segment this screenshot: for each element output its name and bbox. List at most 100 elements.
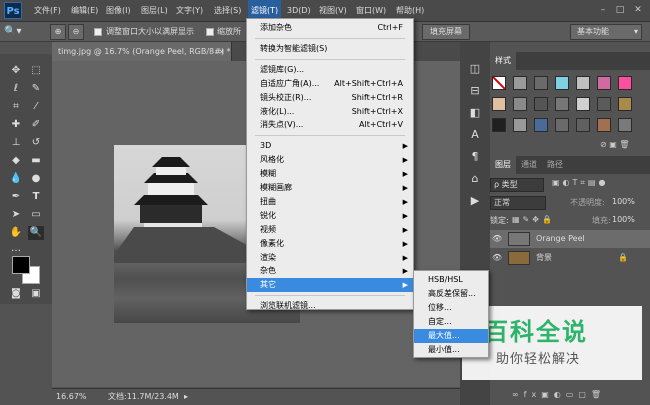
quick-mask-icon[interactable]: ◙ xyxy=(8,287,24,301)
pen-tool-icon[interactable]: ✒ xyxy=(8,190,24,204)
filter-menu-item[interactable]: 视频 ▶ xyxy=(247,223,413,237)
style-swatch[interactable] xyxy=(492,118,506,132)
crop-tool-icon[interactable]: ⌗ xyxy=(8,100,24,114)
styles-panel-footer-icons[interactable]: ⊘ ▣ 🗑 xyxy=(600,140,630,149)
other-submenu-item[interactable]: 最小值... xyxy=(414,343,488,357)
opacity-value[interactable]: 100% xyxy=(612,197,635,206)
foreground-color-swatch[interactable] xyxy=(12,256,30,274)
style-swatch[interactable] xyxy=(513,76,527,90)
filter-menu-item[interactable]: 像素化 ▶ xyxy=(247,237,413,251)
style-swatch[interactable] xyxy=(555,118,569,132)
menu-file[interactable]: 文件(F) xyxy=(31,0,64,22)
workspace-select[interactable]: 基本功能 ▾ xyxy=(570,24,642,40)
style-swatch[interactable] xyxy=(597,76,611,90)
hand-tool-icon[interactable]: ✋ xyxy=(8,226,24,240)
zoom-tool-preset-icon[interactable]: 🔍▾ xyxy=(4,24,34,40)
other-submenu-item[interactable]: 位移... xyxy=(414,301,488,315)
style-swatch[interactable] xyxy=(513,118,527,132)
eye-icon[interactable]: 👁 xyxy=(492,249,502,267)
other-submenu-item[interactable]: 最大值... xyxy=(414,329,488,343)
eraser-tool-icon[interactable]: ◆ xyxy=(8,154,24,168)
brush-tool-icon[interactable]: ✐ xyxy=(28,118,44,132)
document-tab[interactable]: timg.jpg @ 16.7% (Orange Peel, RGB/8#) *… xyxy=(52,42,232,61)
style-swatch[interactable] xyxy=(534,76,548,90)
style-swatch[interactable] xyxy=(597,97,611,111)
more-tools-icon[interactable]: … xyxy=(8,242,24,256)
zoom-out-icon[interactable]: ⊖ xyxy=(68,24,84,40)
style-swatch[interactable] xyxy=(534,118,548,132)
type-tool-icon[interactable]: T xyxy=(28,190,44,204)
close-icon[interactable]: ✕ xyxy=(631,4,645,16)
lasso-tool-icon[interactable]: ℓ xyxy=(8,82,24,96)
menu-image[interactable]: 图像(I) xyxy=(103,0,134,22)
filter-menu-item[interactable]: 镜头校正(R)... Shift+Ctrl+R xyxy=(247,91,413,105)
quick-select-tool-icon[interactable]: ✎ xyxy=(28,82,44,96)
properties-panel-icon[interactable]: ⊟ xyxy=(465,82,485,100)
zoom-in-icon[interactable]: ⊕ xyxy=(50,24,66,40)
filter-menu-item[interactable]: 消失点(V)... Alt+Ctrl+V xyxy=(247,118,413,132)
style-swatch[interactable] xyxy=(618,118,632,132)
filter-menu-item[interactable]: 自适应广角(A)... Alt+Shift+Ctrl+A xyxy=(247,77,413,91)
character-panel-icon[interactable]: A xyxy=(465,126,485,144)
style-swatch[interactable] xyxy=(618,97,632,111)
zoom-all-checkbox[interactable] xyxy=(206,28,214,36)
filter-menu-item[interactable]: 杂色 ▶ xyxy=(247,264,413,278)
history-brush-tool-icon[interactable]: ↺ xyxy=(28,136,44,150)
style-swatch[interactable] xyxy=(597,118,611,132)
history-panel-icon[interactable]: ◫ xyxy=(465,60,485,78)
other-submenu-item[interactable]: HSB/HSL xyxy=(414,273,488,287)
style-swatch[interactable] xyxy=(576,76,590,90)
menu-type[interactable]: 文字(Y) xyxy=(173,0,206,22)
tab-layers[interactable]: 图层 xyxy=(490,156,516,174)
clone-stamp-tool-icon[interactable]: ⊥ xyxy=(8,136,24,150)
eye-icon[interactable]: 👁 xyxy=(492,230,502,248)
move-tool-icon[interactable]: ✥ xyxy=(8,64,24,78)
lock-icons[interactable]: ▦✎✥🔒 xyxy=(512,215,555,224)
adjust-panel-icon[interactable]: ◧ xyxy=(465,104,485,122)
filter-menu-item[interactable]: 扭曲 ▶ xyxy=(247,195,413,209)
gradient-tool-icon[interactable]: ▬ xyxy=(28,154,44,168)
menu-edit[interactable]: 编辑(E) xyxy=(68,0,101,22)
style-swatch-none[interactable] xyxy=(492,76,506,90)
eyedropper-tool-icon[interactable]: ⁄ xyxy=(28,100,44,114)
tab-paths[interactable]: 路径 xyxy=(542,156,568,174)
style-swatch[interactable] xyxy=(576,97,590,111)
screen-mode-icon[interactable]: ▣ xyxy=(28,287,44,301)
tool-presets-icon[interactable]: ⌂ xyxy=(465,170,485,188)
filter-menu-item[interactable]: 添加杂色 Ctrl+F xyxy=(247,21,413,35)
filter-menu-item[interactable]: 其它 ▶ xyxy=(247,278,413,293)
filter-menu-item[interactable]: 3D ▶ xyxy=(247,139,413,153)
maximize-icon[interactable]: □ xyxy=(613,4,627,16)
menu-layer[interactable]: 图层(L) xyxy=(138,0,171,22)
fill-value[interactable]: 100% xyxy=(612,215,635,224)
paragraph-panel-icon[interactable]: ¶ xyxy=(465,148,485,166)
filter-menu-item[interactable]: 模糊画廊 ▶ xyxy=(247,181,413,195)
blend-mode-select[interactable]: 正常 xyxy=(490,196,546,210)
dodge-tool-icon[interactable]: ● xyxy=(28,172,44,186)
layers-footer-icons[interactable]: ∞fx▣◐▭▢🗑 xyxy=(512,390,606,399)
menu-select[interactable]: 选择(S) xyxy=(211,0,244,22)
tab-channels[interactable]: 通道 xyxy=(516,156,542,174)
tab-close-icon[interactable]: × xyxy=(218,42,225,61)
style-swatch[interactable] xyxy=(555,76,569,90)
style-swatch[interactable] xyxy=(513,97,527,111)
style-swatch[interactable] xyxy=(534,97,548,111)
filter-menu-item[interactable]: 转换为智能滤镜(S) xyxy=(247,42,413,56)
filter-menu-item[interactable]: 浏览联机滤镜... xyxy=(247,299,413,313)
zoom-level[interactable]: 16.67% xyxy=(56,391,87,403)
style-swatch[interactable] xyxy=(618,76,632,90)
layer-row-background[interactable]: 👁 背景 🔒 xyxy=(490,249,650,267)
style-swatch[interactable] xyxy=(555,97,569,111)
other-submenu-item[interactable]: 高反差保留... xyxy=(414,287,488,301)
minimize-icon[interactable]: – xyxy=(596,4,610,16)
filter-menu-item[interactable]: 锐化 ▶ xyxy=(247,209,413,223)
fill-screen-button[interactable]: 填充屏幕 xyxy=(422,24,470,40)
filter-menu-item[interactable]: 风格化 ▶ xyxy=(247,153,413,167)
filter-menu-item[interactable]: 液化(L)... Shift+Ctrl+X xyxy=(247,105,413,119)
filter-menu-item[interactable]: 滤镜库(G)... xyxy=(247,63,413,77)
style-swatch[interactable] xyxy=(492,97,506,111)
path-select-tool-icon[interactable]: ➤ xyxy=(8,208,24,222)
layer-filter-icons[interactable]: ▣◐T⌗▤● xyxy=(552,178,608,188)
actions-play-icon[interactable]: ▶ xyxy=(465,192,485,210)
other-submenu-item[interactable]: 自定... xyxy=(414,315,488,329)
